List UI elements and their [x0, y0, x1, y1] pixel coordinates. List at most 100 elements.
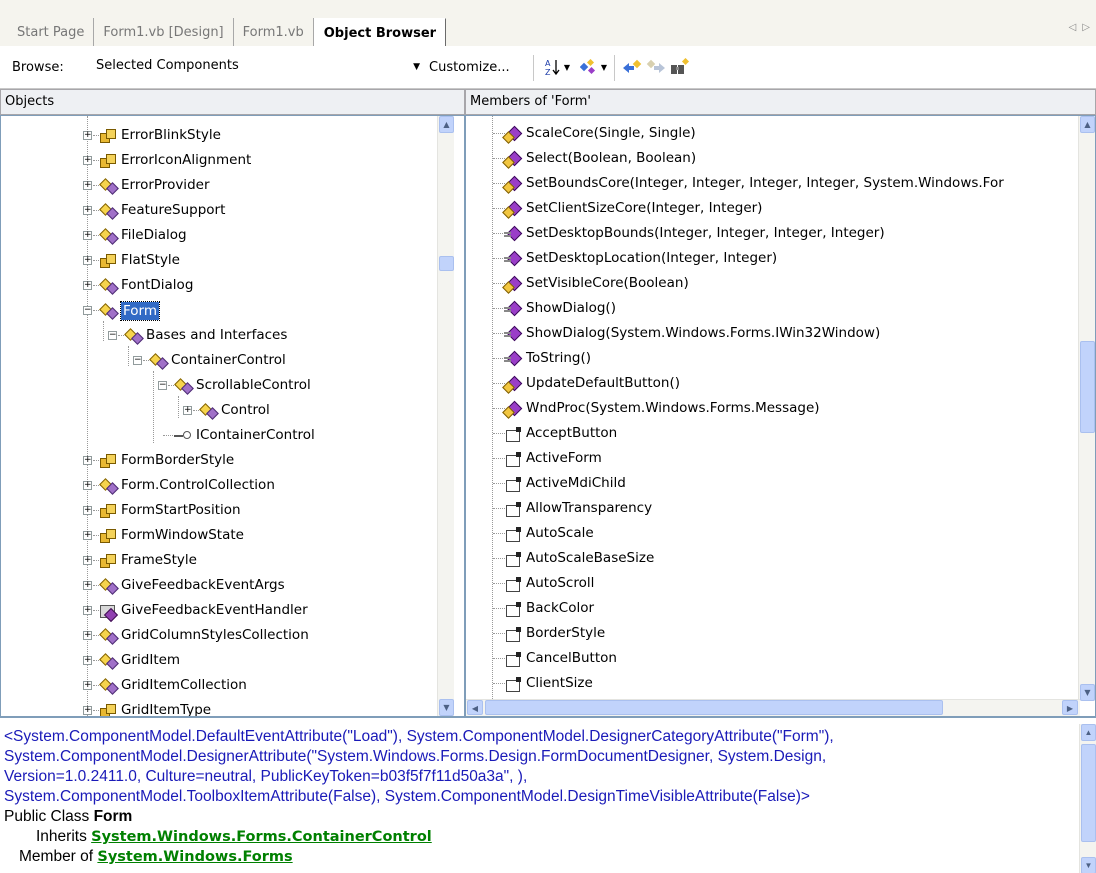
objects-vertical-scrollbar[interactable]: ▲ ▼: [437, 116, 454, 716]
expand-icon[interactable]: +: [83, 131, 92, 140]
tree-item[interactable]: Control: [199, 398, 270, 423]
scroll-right-icon[interactable]: ▶: [1062, 700, 1078, 715]
tree-item[interactable]: ErrorProvider: [99, 173, 210, 198]
expand-icon[interactable]: +: [83, 456, 92, 465]
member-item[interactable]: ScaleCore(Single, Single): [504, 121, 696, 146]
scroll-up-icon[interactable]: ▲: [1080, 116, 1095, 133]
tree-item[interactable]: GridItem: [99, 648, 180, 673]
scroll-up-icon[interactable]: ▲: [439, 116, 454, 133]
tree-item[interactable]: FeatureSupport: [99, 198, 225, 223]
member-item[interactable]: AutoScaleBaseSize: [504, 546, 654, 571]
member-item[interactable]: AcceptButton: [504, 421, 617, 446]
member-item[interactable]: ToString(): [504, 346, 591, 371]
expand-icon[interactable]: +: [83, 706, 92, 715]
tab-scroll-left-icon[interactable]: ◁: [1069, 22, 1083, 33]
tree-item[interactable]: FontDialog: [99, 273, 193, 298]
expand-icon[interactable]: +: [83, 531, 92, 540]
expand-icon[interactable]: +: [83, 256, 92, 265]
expand-icon[interactable]: +: [83, 156, 92, 165]
expand-icon[interactable]: +: [83, 681, 92, 690]
members-list[interactable]: ScaleCore(Single, Single) Select(Boolean,…: [465, 115, 1096, 717]
member-item[interactable]: SetDesktopLocation(Integer, Integer): [504, 246, 777, 271]
tree-item[interactable]: Bases and Interfaces: [124, 323, 287, 348]
description-vertical-scrollbar[interactable]: ▲ ▼: [1079, 724, 1096, 873]
member-item[interactable]: ShowDialog(): [504, 296, 616, 321]
member-item[interactable]: SetVisibleCore(Boolean): [504, 271, 689, 296]
collapse-icon[interactable]: −: [133, 356, 142, 365]
member-item[interactable]: WndProc(System.Windows.Forms.Message): [504, 396, 820, 421]
tree-item[interactable]: FrameStyle: [99, 548, 197, 573]
tab-start-page[interactable]: Start Page: [8, 18, 95, 46]
tree-item[interactable]: ErrorBlinkStyle: [99, 123, 221, 148]
member-item[interactable]: SetDesktopBounds(Integer, Integer, Integ…: [504, 221, 885, 246]
tree-item[interactable]: IContainerControl: [174, 423, 315, 448]
scroll-down-icon[interactable]: ▼: [439, 699, 454, 716]
tab-scroll-right-icon[interactable]: ▷: [1082, 22, 1096, 33]
dropdown-arrow-icon[interactable]: ▼: [561, 57, 573, 77]
forward-icon[interactable]: [645, 57, 667, 77]
expand-icon[interactable]: +: [83, 581, 92, 590]
scroll-down-icon[interactable]: ▼: [1080, 684, 1095, 701]
scroll-left-icon[interactable]: ◀: [467, 700, 483, 715]
collapse-icon[interactable]: −: [83, 306, 92, 315]
namespace-link[interactable]: System.Windows.Forms: [97, 849, 292, 865]
expand-icon[interactable]: +: [83, 506, 92, 515]
tree-item[interactable]: Form: [99, 298, 161, 323]
member-item[interactable]: SetClientSizeCore(Integer, Integer): [504, 196, 762, 221]
tab-object-browser[interactable]: Object Browser: [313, 18, 447, 46]
tree-item[interactable]: GridColumnStylesCollection: [99, 623, 309, 648]
collapse-icon[interactable]: −: [108, 331, 117, 340]
tree-item[interactable]: GridItemType: [99, 698, 211, 716]
expand-icon[interactable]: +: [83, 631, 92, 640]
member-item[interactable]: ActiveMdiChild: [504, 471, 626, 496]
tree-item[interactable]: ErrorIconAlignment: [99, 148, 251, 173]
expand-icon[interactable]: +: [83, 556, 92, 565]
find-symbol-icon[interactable]: [669, 57, 691, 77]
scrollbar-thumb[interactable]: [1081, 744, 1096, 842]
browse-dropdown[interactable]: Selected Components ▼: [90, 56, 422, 78]
tree-item[interactable]: ContainerControl: [149, 348, 286, 373]
customize-button[interactable]: Customize...: [429, 60, 510, 75]
group-icon[interactable]: [578, 57, 600, 77]
expand-icon[interactable]: +: [83, 481, 92, 490]
members-vertical-scrollbar[interactable]: ▲ ▼: [1078, 116, 1095, 701]
scrollbar-thumb[interactable]: [439, 256, 454, 271]
member-item[interactable]: BackColor: [504, 596, 594, 621]
expand-icon[interactable]: +: [83, 181, 92, 190]
tree-item[interactable]: GiveFeedbackEventArgs: [99, 573, 285, 598]
tree-item[interactable]: ScrollableControl: [174, 373, 311, 398]
members-horizontal-scrollbar[interactable]: ◀ ▶: [466, 699, 1080, 716]
member-item[interactable]: Select(Boolean, Boolean): [504, 146, 696, 171]
objects-tree[interactable]: + ErrorBlinkStyle + ErrorIconAlignment + Erro…: [0, 115, 465, 717]
member-item[interactable]: CancelButton: [504, 646, 617, 671]
member-item[interactable]: ActiveForm: [504, 446, 602, 471]
tree-item[interactable]: FlatStyle: [99, 248, 180, 273]
tree-item[interactable]: GridItemCollection: [99, 673, 247, 698]
expand-icon[interactable]: +: [83, 656, 92, 665]
dropdown-arrow-icon[interactable]: ▼: [598, 57, 610, 77]
tree-item[interactable]: FileDialog: [99, 223, 187, 248]
tree-item[interactable]: FormStartPosition: [99, 498, 241, 523]
inherits-link[interactable]: System.Windows.Forms.ContainerControl: [91, 829, 432, 845]
expand-icon[interactable]: +: [83, 231, 92, 240]
member-item[interactable]: AutoScale: [504, 521, 594, 546]
expand-icon[interactable]: +: [83, 206, 92, 215]
expand-icon[interactable]: +: [83, 606, 92, 615]
member-item[interactable]: UpdateDefaultButton(): [504, 371, 680, 396]
tree-item[interactable]: Form.ControlCollection: [99, 473, 275, 498]
tree-item[interactable]: FormWindowState: [99, 523, 244, 548]
collapse-icon[interactable]: −: [158, 381, 167, 390]
scroll-up-icon[interactable]: ▲: [1081, 724, 1096, 741]
scroll-down-icon[interactable]: ▼: [1081, 857, 1096, 873]
member-item[interactable]: AllowTransparency: [504, 496, 652, 521]
tree-item[interactable]: FormBorderStyle: [99, 448, 234, 473]
tree-item[interactable]: GiveFeedbackEventHandler: [99, 598, 308, 623]
member-item[interactable]: ShowDialog(System.Windows.Forms.IWin32Wi…: [504, 321, 880, 346]
expand-icon[interactable]: +: [183, 406, 192, 415]
member-item[interactable]: ClientSize: [504, 671, 593, 696]
member-item[interactable]: AutoScroll: [504, 571, 594, 596]
tab-form1-vb[interactable]: Form1.vb: [234, 18, 314, 46]
expand-icon[interactable]: +: [83, 281, 92, 290]
member-item[interactable]: SetBoundsCore(Integer, Integer, Integer,…: [504, 171, 1004, 196]
back-icon[interactable]: [621, 57, 643, 77]
